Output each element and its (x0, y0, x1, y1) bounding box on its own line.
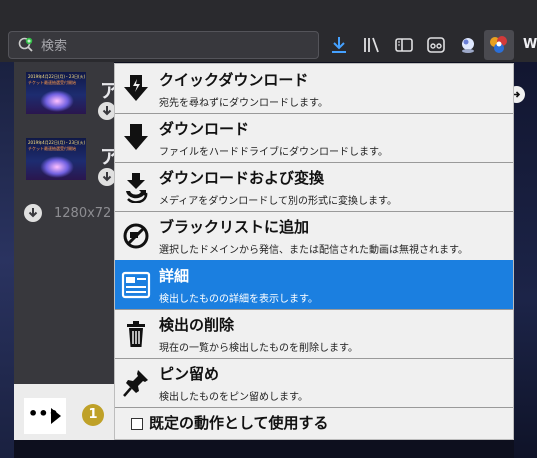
menu-item-desc: 検出したものをピン留めします。 (159, 392, 308, 403)
video-title: ア (100, 80, 114, 102)
play-arrow-icon (51, 408, 61, 424)
more-actions-button[interactable]: ••• (24, 398, 66, 434)
menu-item-desc: 選択したドメインから発信、または配信された動画は無視されます。 (159, 245, 468, 256)
downloads-button[interactable] (328, 34, 350, 56)
download-circle-icon[interactable] (24, 204, 42, 222)
overflow-label: W (523, 37, 537, 52)
action-menu: クイックダウンロード 宛先を尋ねずにダウンロードします。 ダウンロード ファイル… (114, 63, 514, 440)
menu-item-quick-download[interactable]: クイックダウンロード 宛先を尋ねずにダウンロードします。 (115, 64, 513, 114)
menu-item-title: 詳細 (159, 267, 190, 285)
sidebar-icon (395, 38, 413, 52)
menu-item-blacklist[interactable]: ブラックリストに追加 選択したドメインから発信、または配信された動画は無視されま… (115, 211, 513, 261)
thumbnail-text: チケット最速抽選受付開始 (28, 146, 76, 151)
library-button[interactable] (361, 34, 383, 56)
details-icon (121, 269, 151, 301)
quick-download-icon (121, 73, 151, 105)
page-background-left (0, 62, 14, 458)
menu-item-title: ダウンロードおよび変換 (159, 169, 325, 187)
menu-item-remove-detection[interactable]: 検出の削除 現在の一覧から検出したものを削除します。 (115, 309, 513, 359)
menu-item-desc: 宛先を尋ねずにダウンロードします。 (159, 98, 328, 109)
trash-icon (121, 318, 151, 350)
video-thumbnail: 2019年4月22日(月)・23日(火) チケット最速抽選受付開始 (26, 72, 86, 114)
menu-item-desc: 現在の一覧から検出したものを削除します。 (159, 343, 358, 354)
resolution-text: 1280x72 (54, 206, 112, 221)
video-title: ア (100, 146, 114, 168)
reader-icon (427, 37, 445, 53)
vpn-button[interactable] (457, 34, 479, 56)
download-circle-icon (102, 172, 112, 182)
library-icon (364, 37, 379, 53)
sidebar-button[interactable] (393, 34, 415, 56)
menu-item-desc: 検出したものの詳細を表示します。 (159, 294, 318, 305)
pin-icon (121, 367, 151, 399)
menu-item-download-convert[interactable]: ダウンロードおよび変換 メディアをダウンロードして別の形式に変換します。 (115, 162, 513, 212)
menu-item-title: ピン留め (159, 365, 220, 383)
thumbnail-text: チケット最速抽選受付開始 (28, 80, 76, 85)
menu-item-download[interactable]: ダウンロード ファイルをハードドライブにダウンロードします。 (115, 113, 513, 163)
video-thumbnail: 2019年4月22日(月)・23日(火) チケット最速抽選受付開始 (26, 138, 86, 180)
search-input[interactable] (39, 35, 313, 57)
extension-icon (490, 36, 507, 53)
menu-item-details[interactable]: 詳細 検出したものの詳細を表示します。 (115, 260, 513, 310)
download-arrow-icon (121, 122, 151, 154)
download-arrow-small-icon (28, 208, 38, 218)
default-action-label: 既定の動作として使用する (149, 414, 329, 432)
download-button[interactable] (98, 102, 114, 120)
blacklist-icon (121, 220, 151, 252)
menu-item-pin[interactable]: ピン留め 検出したものをピン留めします。 (115, 358, 513, 408)
menu-item-title: ブラックリストに追加 (159, 218, 310, 236)
thumbnail-stage (40, 90, 74, 112)
download-convert-icon (121, 171, 151, 203)
menu-item-title: 検出の削除 (159, 316, 235, 334)
thumbnail-stage (40, 156, 74, 178)
addon-panel: 2019年4月22日(月)・23日(火) チケット最速抽選受付開始 ア 2019… (14, 62, 114, 440)
browser-toolbar: W (0, 0, 537, 62)
list-item[interactable]: 2019年4月22日(月)・23日(火) チケット最速抽選受付開始 ア (14, 130, 114, 194)
video-downloader-extension-button[interactable] (484, 30, 514, 60)
reader-button[interactable] (425, 34, 447, 56)
download-icon (332, 37, 346, 53)
globe-icon (462, 38, 474, 53)
download-button[interactable] (98, 168, 114, 186)
search-icon (18, 37, 33, 52)
search-box[interactable] (8, 31, 319, 59)
default-action-checkbox[interactable] (131, 418, 143, 430)
download-circle-icon (102, 106, 112, 116)
list-item[interactable]: 2019年4月22日(月)・23日(火) チケット最速抽選受付開始 ア (14, 64, 114, 128)
menu-item-desc: ファイルをハードドライブにダウンロードします。 (159, 147, 388, 158)
menu-item-title: クイックダウンロード (159, 71, 309, 89)
count-badge: 1 (82, 404, 104, 426)
menu-item-title: ダウンロード (159, 120, 250, 138)
menu-item-desc: メディアをダウンロードして別の形式に変換します。 (159, 196, 397, 207)
detected-list: 2019年4月22日(月)・23日(火) チケット最速抽選受付開始 ア 2019… (14, 62, 114, 384)
default-action-option[interactable]: 既定の動作として使用する (115, 408, 513, 439)
page-background-right (514, 62, 537, 458)
